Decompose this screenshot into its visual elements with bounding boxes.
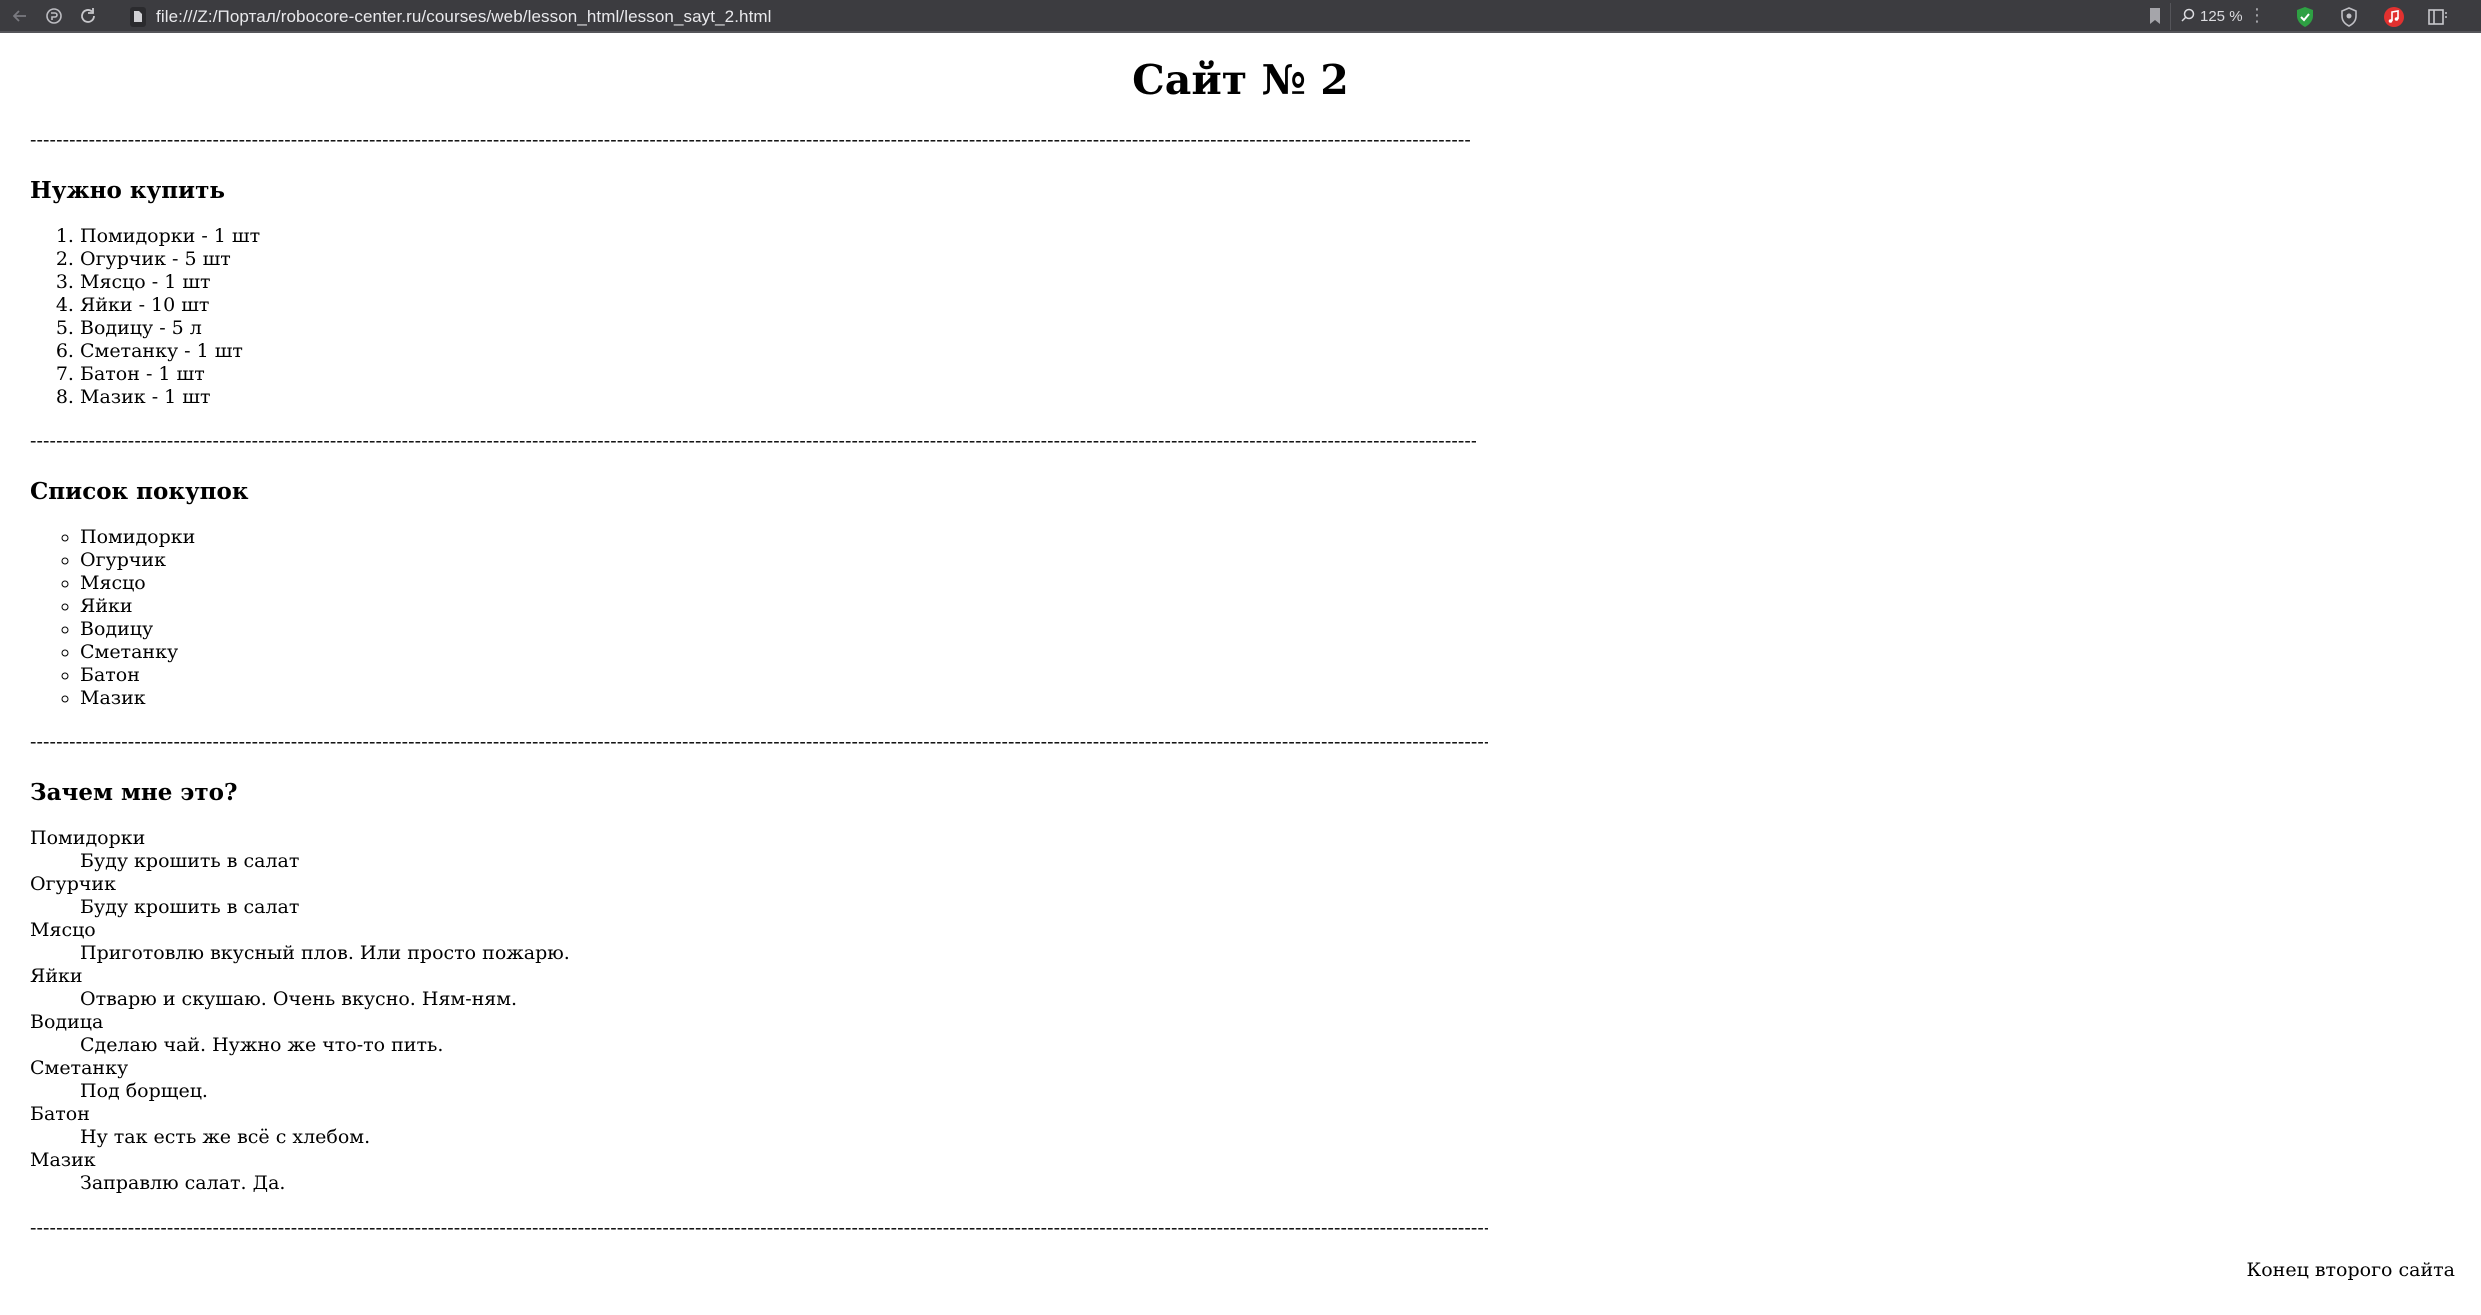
page-title: Сайт № 2 <box>1132 56 1349 104</box>
more-options-icon[interactable]: ⋮ <box>2248 6 2266 24</box>
buy-heading: Нужно купить <box>30 177 225 204</box>
description: Сделаю чай. Нужно же что-то пить. <box>80 1034 444 1056</box>
zoom-icon <box>2181 8 2195 26</box>
browser-toolbar: file:///Z:/Портал/robocore-center.ru/cou… <box>0 0 2481 33</box>
file-icon <box>130 6 146 27</box>
list-item: Помидорки <box>80 526 195 549</box>
separator: ----------------------------------------… <box>30 1217 1488 1239</box>
list-item: Мясцо <box>80 572 195 595</box>
buy-list: Помидорки - 1 шт Огурчик - 5 шт Мясцо - … <box>0 225 260 409</box>
list-item: Водицу <box>80 618 195 641</box>
shopping-heading: Список покупок <box>30 478 249 505</box>
description: Под борщец. <box>80 1080 208 1102</box>
shopping-list: Помидорки Огурчик Мясцо Яйки Водицу Смет… <box>0 526 195 710</box>
list-item: Яйки <box>80 595 195 618</box>
list-item: Сметанку <box>80 641 195 664</box>
list-item: Мазик <box>80 687 195 710</box>
description: Ну так есть же всё с хлебом. <box>80 1126 371 1148</box>
description: Буду крошить в салат <box>80 850 300 872</box>
list-item: Огурчик - 5 шт <box>80 248 260 271</box>
back-icon[interactable] <box>6 2 34 30</box>
zoom-level: 125 % <box>2200 8 2243 25</box>
term: Помидорки <box>30 827 146 849</box>
separator: ----------------------------------------… <box>30 430 1476 452</box>
term: Мазик <box>30 1149 96 1171</box>
list-item: Яйки - 10 шт <box>80 294 260 317</box>
description: Приготовлю вкусный плов. Или просто пожа… <box>80 942 570 964</box>
sidebar-icon[interactable] <box>2427 6 2449 28</box>
term: Огурчик <box>30 873 116 895</box>
why-heading: Зачем мне это? <box>30 779 238 806</box>
list-item: Помидорки - 1 шт <box>80 225 260 248</box>
separator: ----------------------------------------… <box>30 129 1470 151</box>
footer-text: Конец второго сайта <box>2246 1259 2455 1281</box>
page-content: Сайт № 2 -------------------------------… <box>0 35 2481 1315</box>
term: Батон <box>30 1103 90 1125</box>
shield-icon[interactable] <box>2338 6 2360 28</box>
bookmark-icon[interactable] <box>2148 7 2162 30</box>
term: Сметанку <box>30 1057 129 1079</box>
list-item: Водицу - 5 л <box>80 317 260 340</box>
description: Заправлю салат. Да. <box>80 1172 286 1194</box>
address-url[interactable]: file:///Z:/Портал/robocore-center.ru/cou… <box>156 7 772 27</box>
list-item: Огурчик <box>80 549 195 572</box>
description: Буду крошить в салат <box>80 896 300 918</box>
list-item: Батон <box>80 664 195 687</box>
term: Мясцо <box>30 919 96 941</box>
zoom-indicator[interactable]: 125 % <box>2170 3 2253 30</box>
list-item: Мясцо - 1 шт <box>80 271 260 294</box>
list-item: Мазик - 1 шт <box>80 386 260 409</box>
term: Яйки <box>30 965 83 987</box>
reader-mode-icon[interactable] <box>40 2 68 30</box>
why-list: Помидорки Буду крошить в салат Огурчик Б… <box>30 827 570 1195</box>
shield-check-icon[interactable] <box>2294 6 2316 28</box>
separator: ----------------------------------------… <box>30 731 1488 753</box>
term: Водица <box>30 1011 104 1033</box>
music-icon[interactable] <box>2383 6 2405 28</box>
list-item: Сметанку - 1 шт <box>80 340 260 363</box>
description: Отварю и скушаю. Очень вкусно. Ням-ням. <box>80 988 518 1010</box>
address-bar[interactable]: file:///Z:/Портал/robocore-center.ru/cou… <box>130 3 2160 30</box>
list-item: Батон - 1 шт <box>80 363 260 386</box>
reload-icon[interactable] <box>74 2 102 30</box>
